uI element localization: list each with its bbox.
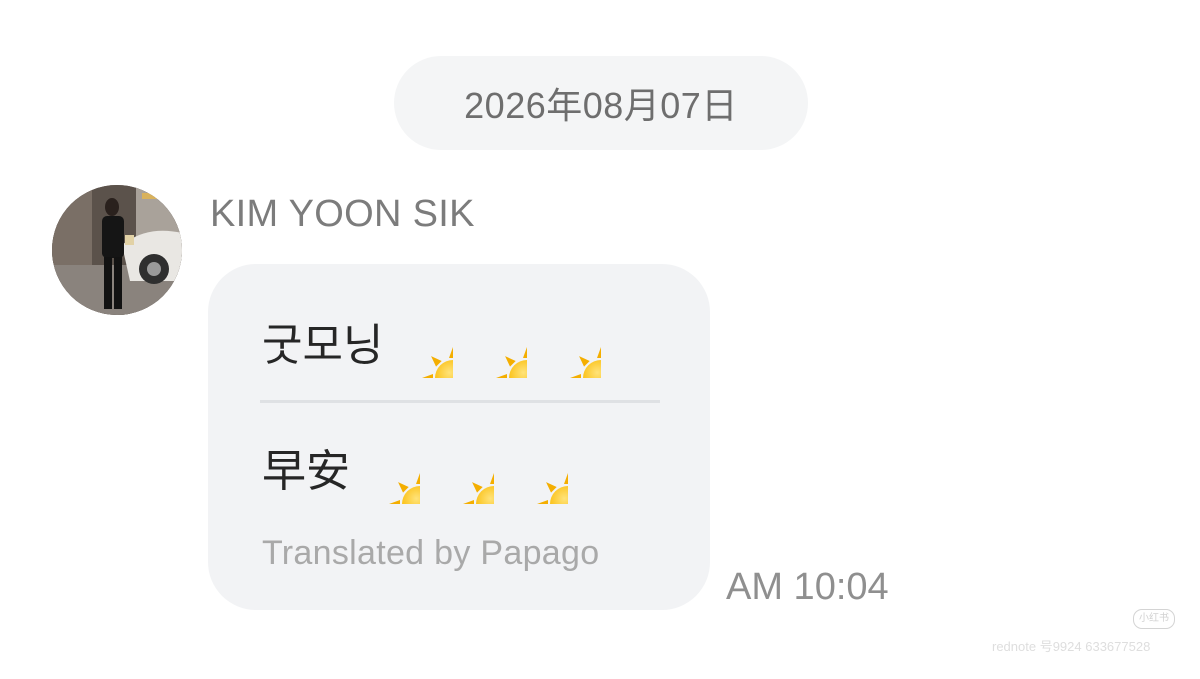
sun-icon — [463, 314, 527, 378]
avatar-photo — [52, 185, 182, 315]
message-bubble[interactable]: 굿모닝 早安 Translated by Papago — [208, 264, 710, 610]
date-separator-text: 2026年08月07日 — [464, 85, 738, 126]
sun-icon — [389, 314, 453, 378]
translated-text: 早安 — [262, 447, 350, 496]
date-separator: 2026年08月07日 — [394, 56, 808, 150]
sun-icon — [504, 440, 568, 504]
original-text: 굿모닝 — [262, 321, 384, 370]
sun-icon — [430, 440, 494, 504]
avatar[interactable] — [52, 185, 182, 315]
sender-name: KIM YOON SIK — [210, 193, 475, 235]
watermark-badge: 小红书 — [1133, 609, 1175, 629]
message-time: AM 10:04 — [726, 566, 889, 608]
translation-credit: Translated by Papago — [262, 534, 600, 572]
translated-message: 早安 — [262, 440, 578, 504]
sun-icon — [356, 440, 420, 504]
watermark-text: rednote 号9924 633677528 — [992, 639, 1151, 654]
sun-icon — [537, 314, 601, 378]
original-message: 굿모닝 — [262, 314, 611, 378]
translation-divider — [260, 400, 660, 403]
